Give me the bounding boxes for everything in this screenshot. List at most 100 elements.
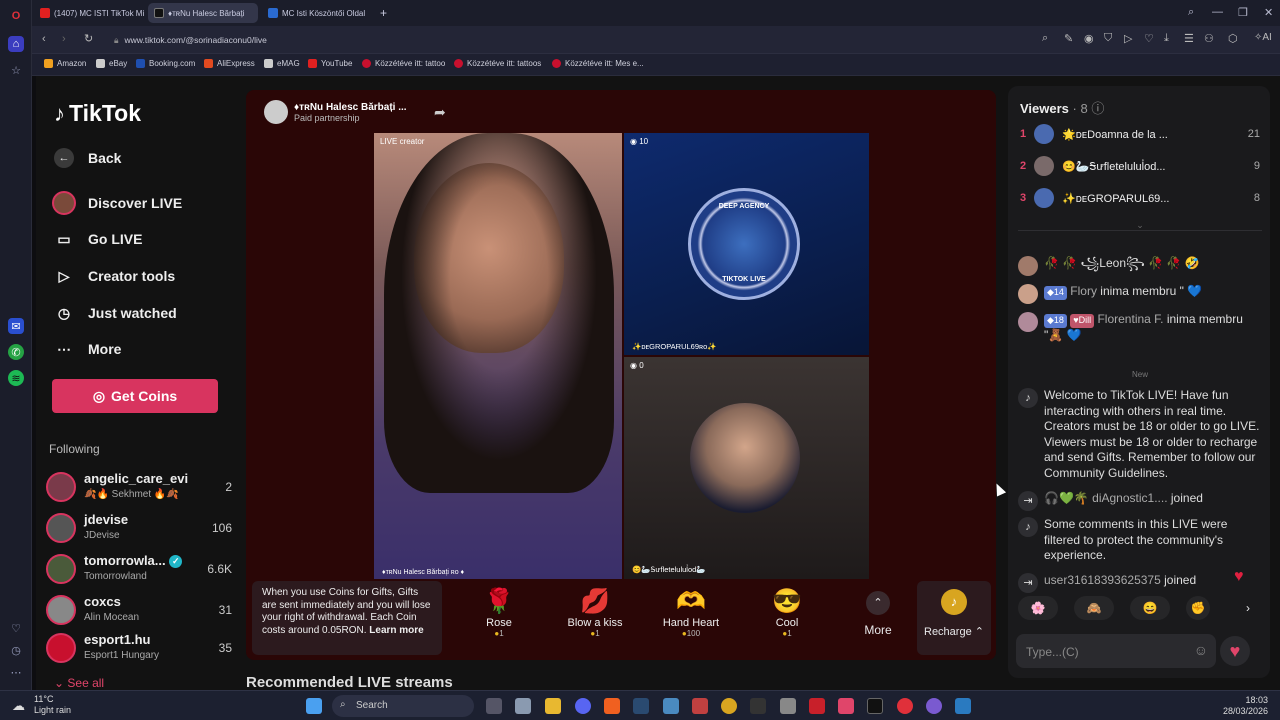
following-item[interactable]: tomorrowla... ✓ Tomorrowland 6.6K (46, 552, 236, 588)
back-button[interactable]: ← Back (52, 143, 121, 173)
minimize-button[interactable]: — (1212, 6, 1223, 18)
tiktok-icon[interactable] (867, 698, 883, 714)
nav-go-live[interactable]: ▭ Go LIVE (52, 224, 142, 254)
chevron-right-icon[interactable]: › (1238, 596, 1258, 620)
heart-outline-icon[interactable]: ♡ (8, 620, 24, 636)
steam-icon[interactable] (633, 698, 649, 714)
more-gifts-button[interactable]: ⌃ More (848, 581, 908, 655)
taskbar-clock[interactable]: 18:03 28/03/2026 (1223, 695, 1268, 717)
opera-icon[interactable] (897, 698, 913, 714)
edit-icon[interactable]: ✎ (1064, 32, 1073, 45)
app-icon[interactable] (809, 698, 825, 714)
bookmark-aliexpress[interactable]: AliExpress (204, 59, 255, 68)
chat-input[interactable]: Type...(C) ☺ (1016, 634, 1216, 668)
tab-mc-isti[interactable]: MC Isti Köszöntői Oldal (262, 3, 372, 23)
weather-widget[interactable]: ☁ 11°C Light rain (12, 694, 71, 716)
download-icon[interactable]: ⤓ (1164, 32, 1169, 45)
whatsapp-icon[interactable]: ✆ (8, 344, 24, 360)
maximize-button[interactable]: ❐ (1238, 6, 1248, 19)
following-item[interactable]: angelic_care_evi 🍂🔥 Sekhmet 🔥🍂 2 (46, 470, 236, 506)
app-tf-icon[interactable] (692, 698, 708, 714)
app-icon[interactable] (955, 698, 971, 714)
star-icon[interactable]: ☆ (8, 62, 24, 78)
history-icon[interactable]: ◷ (8, 642, 24, 658)
bookmark-emag[interactable]: eMAG (264, 59, 300, 68)
viewer-row[interactable]: 2 😊🦢Ꭶưfletelulul҆od... 9 (1020, 154, 1260, 178)
gift-rose[interactable]: 🌹 Rose ●1 (454, 587, 544, 638)
tab-youtube[interactable]: (1407) MC ISTI TikTok Mi (34, 3, 146, 23)
photos-icon[interactable] (663, 698, 679, 714)
nav-just-watched[interactable]: ◷ Just watched (52, 298, 177, 328)
camera-icon[interactable]: ◉ (1084, 32, 1094, 45)
viewer-row[interactable]: 1 🌟ᴅᴇDoamna de la ... 21 (1020, 122, 1260, 146)
home-icon[interactable]: ⌂ (8, 36, 24, 52)
play-icon[interactable]: ▷ (1124, 32, 1132, 45)
windows-start-icon[interactable] (306, 698, 322, 714)
smile-emoji-button[interactable]: 😄 (1130, 596, 1170, 620)
following-item[interactable]: coxcs Alin Mocean 31 (46, 593, 236, 629)
bookmark-booking[interactable]: Booking.com (136, 59, 195, 68)
app-icon[interactable] (926, 698, 942, 714)
favorite-icon[interactable]: ♡ (1144, 32, 1154, 45)
bookmark-pinterest-1[interactable]: Közzétéve itt: tattoo (362, 59, 445, 68)
new-tab-button[interactable]: + (374, 3, 392, 23)
tiktok-app-icon[interactable] (838, 698, 854, 714)
url-field[interactable]: 🔒︎ www.tiktok.com/@sorinadiaconu0/live (102, 30, 962, 50)
guest-video-bottom[interactable]: ◉ 0 😊🦢Ꭶưfletelulul҆od🦢 (624, 357, 869, 579)
spotify-icon[interactable]: ≋ (8, 370, 24, 386)
main-video[interactable]: LIVE creator ♦тʀNu Halesc Bărbați ʀᴏ ♦ (374, 133, 622, 579)
following-item[interactable]: jdevise JDevise 106 (46, 511, 236, 547)
emoji-button[interactable]: ✊ (1186, 596, 1210, 620)
tab-tiktok-active[interactable]: ♦тʀNu Halesc Bărbați (148, 3, 258, 23)
bookmark-pinterest-3[interactable]: Közzétéve itt: Mes e... (552, 59, 644, 68)
extensions-icon[interactable]: ⬡ (1228, 32, 1238, 45)
bookmark-pinterest-2[interactable]: Közzétéve itt: tattoos (454, 59, 541, 68)
opera-logo-icon[interactable]: O (8, 8, 24, 24)
following-item[interactable]: esport1.hu Esport1 Hungary 35 (46, 631, 236, 667)
emoji-icon[interactable]: ☺ (1194, 642, 1208, 658)
app-icon[interactable] (780, 698, 796, 714)
tiktok-logo[interactable]: ♪ TikTok (54, 100, 141, 127)
nav-more[interactable]: ⋯ More (52, 334, 121, 364)
gift-blow-a-kiss[interactable]: 💋 Blow a kiss ●1 (550, 587, 640, 638)
coin-app-icon[interactable] (721, 698, 737, 714)
recharge-button[interactable]: ♪ Recharge ⌃ (917, 581, 991, 655)
brave-icon[interactable] (604, 698, 620, 714)
guest-video-top[interactable]: ◉ 10 DEEP AGENCY TIKTOK LIVE ✨ᴅᴇGROPARUL… (624, 133, 869, 355)
nav-discover-live[interactable]: Discover LIVE (52, 188, 182, 218)
task-view-icon[interactable] (486, 698, 502, 714)
see-all-link[interactable]: ⌄ See all (54, 676, 104, 690)
toolbar-search-icon[interactable]: ⌕ (1042, 32, 1048, 45)
messenger-icon[interactable]: ✉ (8, 318, 24, 334)
get-coins-button[interactable]: ◎ Get Coins (52, 379, 218, 413)
close-window-button[interactable]: ✕ (1264, 6, 1273, 19)
learn-more-link[interactable]: Learn more (369, 625, 423, 636)
bookmark-amazon[interactable]: Amazon (44, 59, 86, 68)
discord-icon[interactable] (575, 698, 591, 714)
reload-icon[interactable]: ↻ (84, 32, 93, 45)
viewer-row[interactable]: 3 ✨ᴅᴇGROPARUL69... 8 (1020, 186, 1260, 210)
flower-emoji-button[interactable]: 🌸 (1018, 596, 1058, 620)
menu-icon[interactable]: ☰ (1184, 32, 1194, 45)
host-info[interactable]: ♦тʀNu Halesc Bărbați ... Paid partnershi… (264, 100, 407, 124)
app-icon[interactable] (750, 698, 766, 714)
back-arrow-icon[interactable]: ‹ (42, 33, 46, 45)
more-dots-icon[interactable]: ⋯ (8, 664, 24, 680)
app-icon[interactable] (515, 698, 531, 714)
taskbar-search[interactable]: ⌕ Search (332, 695, 474, 717)
gift-cool[interactable]: 😎 Cool ●1 (742, 587, 832, 638)
nav-creator-tools[interactable]: ▷ Creator tools (52, 261, 176, 291)
shield-icon[interactable]: ⛉ (1104, 32, 1112, 45)
info-icon[interactable]: ⓘ (1091, 101, 1104, 116)
forward-arrow-icon[interactable]: › (62, 33, 66, 45)
file-explorer-icon[interactable] (545, 698, 561, 714)
aria-ai-icon[interactable]: ✧AI (1254, 32, 1272, 43)
like-heart-button[interactable]: ♥ (1220, 636, 1250, 666)
eyes-emoji-button[interactable]: 🙈 (1074, 596, 1114, 620)
profile-icon[interactable]: ⚇ (1204, 32, 1214, 45)
bookmark-youtube[interactable]: YouTube (308, 59, 352, 68)
gift-hand-heart[interactable]: 🫶 Hand Heart ●100 (646, 587, 736, 638)
share-icon[interactable]: ➦ (434, 104, 446, 121)
bookmark-ebay[interactable]: eBay (96, 59, 127, 68)
search-tabs-icon[interactable]: ⌕ (1188, 6, 1194, 19)
